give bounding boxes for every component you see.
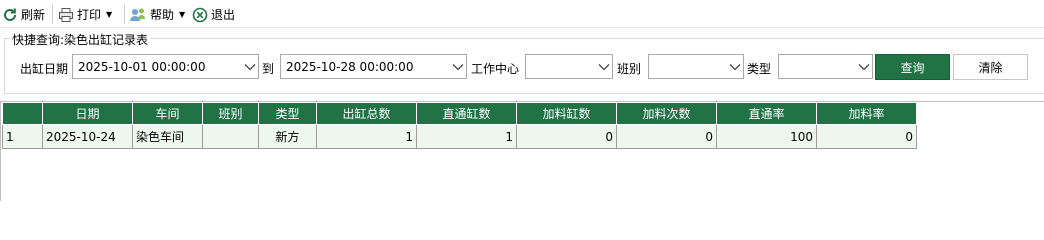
added-rate-cell[interactable]: 0 (816, 124, 917, 149)
date-cell[interactable]: 2025-10-24 (42, 124, 133, 149)
column-header-shift[interactable]: 班别 (202, 102, 259, 125)
column-header-straight-rate[interactable]: 直通率 (716, 102, 817, 125)
straight-cell[interactable]: 1 (416, 124, 517, 149)
chevron-down-icon: ▼ (106, 10, 113, 19)
toolbar-separator (52, 4, 53, 24)
toolbar-separator (124, 4, 125, 24)
exit-label: 退出 (211, 8, 236, 22)
type-label: 类型 (747, 62, 772, 76)
print-button[interactable]: 打印 ▼ (58, 4, 112, 25)
grid-header-row: 日期 车间 班别 类型 出缸总数 直通缸数 加料缸数 加料次数 直通率 加料率 (2, 102, 917, 125)
chevron-down-icon[interactable] (856, 63, 872, 71)
shift-select[interactable] (648, 54, 744, 79)
column-header-straight[interactable]: 直通缸数 (416, 102, 517, 125)
workcenter-label: 工作中心 (471, 62, 520, 76)
date-from-picker[interactable]: 2025-10-01 00:00:00 (72, 54, 259, 79)
help-label: 帮助 (150, 8, 175, 22)
refresh-icon (2, 7, 18, 23)
straight-rate-cell[interactable]: 100 (716, 124, 817, 149)
total-cell[interactable]: 1 (316, 124, 417, 149)
column-header-added-vats[interactable]: 加料缸数 (516, 102, 617, 125)
chevron-down-icon[interactable] (727, 63, 743, 71)
date-to-value: 2025-10-28 00:00:00 (286, 59, 414, 74)
printer-icon (58, 7, 74, 23)
chevron-down-icon: ▼ (179, 10, 186, 19)
help-users-icon (129, 7, 147, 23)
added-times-cell[interactable]: 0 (616, 124, 717, 149)
query-button[interactable]: 查询 (875, 54, 950, 80)
refresh-button[interactable]: 刷新 (2, 4, 45, 25)
exit-button[interactable]: 退出 (192, 4, 235, 25)
column-header-workshop[interactable]: 车间 (132, 102, 203, 125)
print-label: 打印 (77, 8, 102, 22)
date-from-value: 2025-10-01 00:00:00 (78, 59, 206, 74)
column-header-date[interactable]: 日期 (42, 102, 133, 125)
close-circle-icon (192, 7, 208, 23)
date-label: 出缸日期 (20, 62, 69, 76)
column-header-index[interactable] (2, 102, 43, 125)
workshop-cell[interactable]: 染色车间 (132, 124, 203, 149)
to-label: 到 (262, 62, 275, 76)
column-header-added-rate[interactable]: 加料率 (816, 102, 917, 125)
added-vats-cell[interactable]: 0 (516, 124, 617, 149)
chevron-down-icon[interactable] (450, 63, 466, 71)
column-header-added-times[interactable]: 加料次数 (616, 102, 717, 125)
help-button[interactable]: 帮助 ▼ (129, 4, 185, 25)
column-header-type[interactable]: 类型 (258, 102, 317, 125)
shift-cell[interactable] (202, 124, 259, 149)
toolbar: 刷新 打印 ▼ 帮助 ▼ 退出 (0, 0, 1044, 28)
workcenter-select[interactable] (525, 54, 613, 79)
quick-query-title: 快捷查询:染色出缸记录表 (10, 31, 151, 48)
row-index-cell[interactable]: 1 (2, 124, 43, 149)
column-header-total[interactable]: 出缸总数 (316, 102, 417, 125)
table-row[interactable]: 1 2025-10-24 染色车间 新方 1 1 0 0 100 0 (2, 124, 917, 149)
data-grid: 日期 车间 班别 类型 出缸总数 直通缸数 加料缸数 加料次数 直通率 加料率 … (2, 102, 917, 149)
clear-button[interactable]: 清除 (953, 54, 1028, 80)
shift-label: 班别 (617, 62, 642, 76)
chevron-down-icon[interactable] (596, 63, 612, 71)
type-cell[interactable]: 新方 (258, 124, 317, 149)
type-select[interactable] (778, 54, 873, 79)
chevron-down-icon[interactable] (242, 63, 258, 71)
date-to-picker[interactable]: 2025-10-28 00:00:00 (280, 54, 467, 79)
refresh-label: 刷新 (21, 8, 46, 22)
